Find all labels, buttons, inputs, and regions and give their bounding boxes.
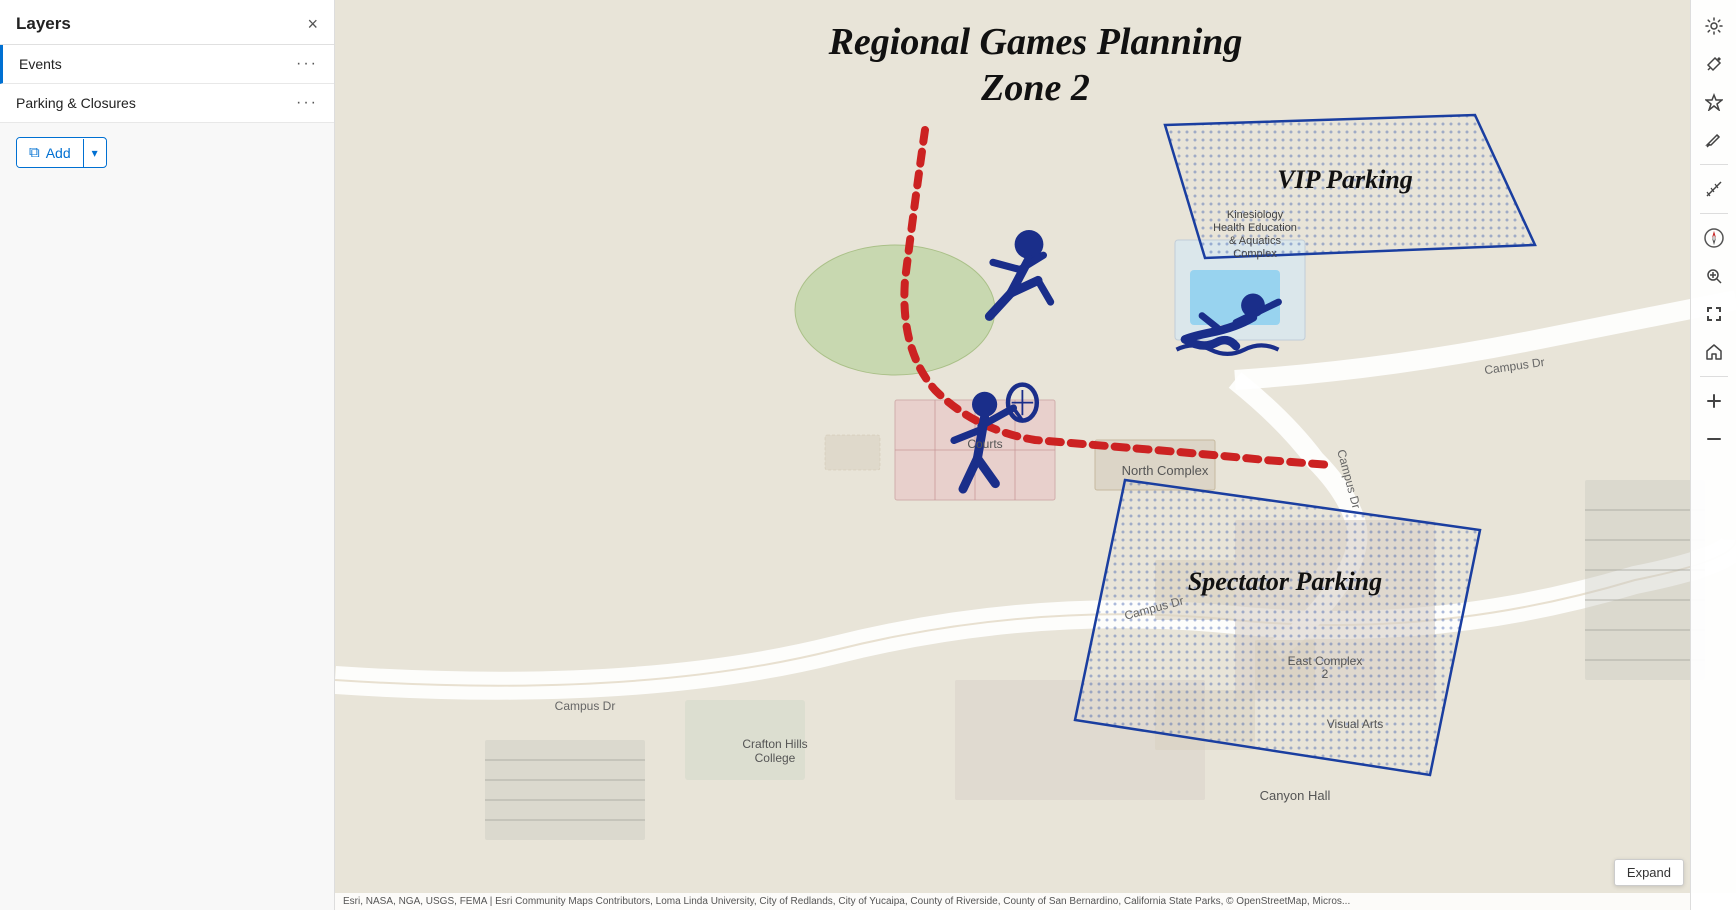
- close-button[interactable]: ×: [307, 15, 318, 33]
- measure-button[interactable]: [1696, 171, 1732, 207]
- attribution-bar: Esri, NASA, NGA, USGS, FEMA | Esri Commu…: [335, 893, 1736, 910]
- add-area: ⧉ Add ▾: [0, 123, 334, 182]
- toolbar-separator-2: [1700, 213, 1728, 214]
- layer-menu-parking[interactable]: ···: [296, 94, 318, 112]
- star-icon: [1705, 93, 1723, 111]
- add-label: Add: [46, 145, 71, 161]
- svg-text:Complex: Complex: [1233, 248, 1277, 260]
- svg-text:North Complex: North Complex: [1122, 463, 1209, 478]
- plus-icon: [1705, 392, 1723, 410]
- tools-icon: [1705, 55, 1723, 73]
- compass-icon: [1703, 227, 1725, 249]
- zoom-icon: [1705, 267, 1723, 285]
- svg-text:VIP Parking: VIP Parking: [1277, 165, 1413, 194]
- svg-text:Campus Dr: Campus Dr: [1483, 355, 1545, 377]
- tools-button[interactable]: [1696, 46, 1732, 82]
- map-svg: VIP Parking Spectator Parking Kinesiolog…: [335, 0, 1736, 910]
- layer-item-parking[interactable]: Parking & Closures ···: [0, 84, 334, 123]
- add-button-group: ⧉ Add ▾: [16, 137, 107, 168]
- compass-button[interactable]: [1696, 220, 1732, 256]
- svg-text:Courts: Courts: [967, 437, 1002, 451]
- sidebar-header: Layers ×: [0, 0, 334, 45]
- layer-label-parking: Parking & Closures: [16, 95, 136, 111]
- settings-button[interactable]: [1696, 8, 1732, 44]
- layers-icon: ⧉: [29, 144, 40, 161]
- svg-text:Visual Arts: Visual Arts: [1327, 717, 1383, 731]
- zoom-plus-button[interactable]: [1696, 383, 1732, 419]
- minus-icon: [1705, 430, 1723, 448]
- fullscreen-button[interactable]: [1696, 296, 1732, 332]
- svg-text:Kinesiology: Kinesiology: [1227, 209, 1284, 221]
- attribution-text: Esri, NASA, NGA, USGS, FEMA | Esri Commu…: [343, 896, 1350, 907]
- edit-button[interactable]: [1696, 122, 1732, 158]
- right-toolbar: [1690, 0, 1736, 910]
- home-icon: [1705, 343, 1723, 361]
- map-container[interactable]: VIP Parking Spectator Parking Kinesiolog…: [335, 0, 1736, 910]
- bookmark-button[interactable]: [1696, 84, 1732, 120]
- svg-text:Campus Dr: Campus Dr: [555, 699, 616, 713]
- svg-text:Health Education: Health Education: [1213, 222, 1297, 234]
- sidebar: Layers × Events ··· Parking & Closures ·…: [0, 0, 335, 910]
- svg-text:Spectator Parking: Spectator Parking: [1188, 567, 1382, 596]
- svg-text:Canyon Hall: Canyon Hall: [1260, 788, 1331, 803]
- svg-text:Crafton Hills: Crafton Hills: [742, 737, 807, 751]
- zoom-minus-button[interactable]: [1696, 421, 1732, 457]
- sidebar-title: Layers: [16, 14, 71, 34]
- zoom-in-button[interactable]: [1696, 258, 1732, 294]
- home-button[interactable]: [1696, 334, 1732, 370]
- add-dropdown-button[interactable]: ▾: [84, 140, 106, 166]
- toolbar-separator-1: [1700, 164, 1728, 165]
- toolbar-separator-3: [1700, 376, 1728, 377]
- layer-menu-events[interactable]: ···: [296, 55, 318, 73]
- measure-icon: [1705, 180, 1723, 198]
- pencil-icon: [1705, 131, 1723, 149]
- add-layer-button[interactable]: ⧉ Add: [17, 138, 83, 167]
- svg-text:& Aquatics: & Aquatics: [1229, 235, 1281, 247]
- svg-text:2: 2: [1322, 667, 1329, 681]
- fullscreen-icon: [1705, 305, 1723, 323]
- svg-text:College: College: [755, 751, 796, 765]
- settings-icon: [1705, 17, 1723, 35]
- expand-button[interactable]: Expand: [1614, 859, 1684, 886]
- layer-label-events: Events: [19, 56, 62, 72]
- svg-text:East Complex: East Complex: [1288, 654, 1363, 668]
- layer-item-events[interactable]: Events ···: [0, 45, 334, 84]
